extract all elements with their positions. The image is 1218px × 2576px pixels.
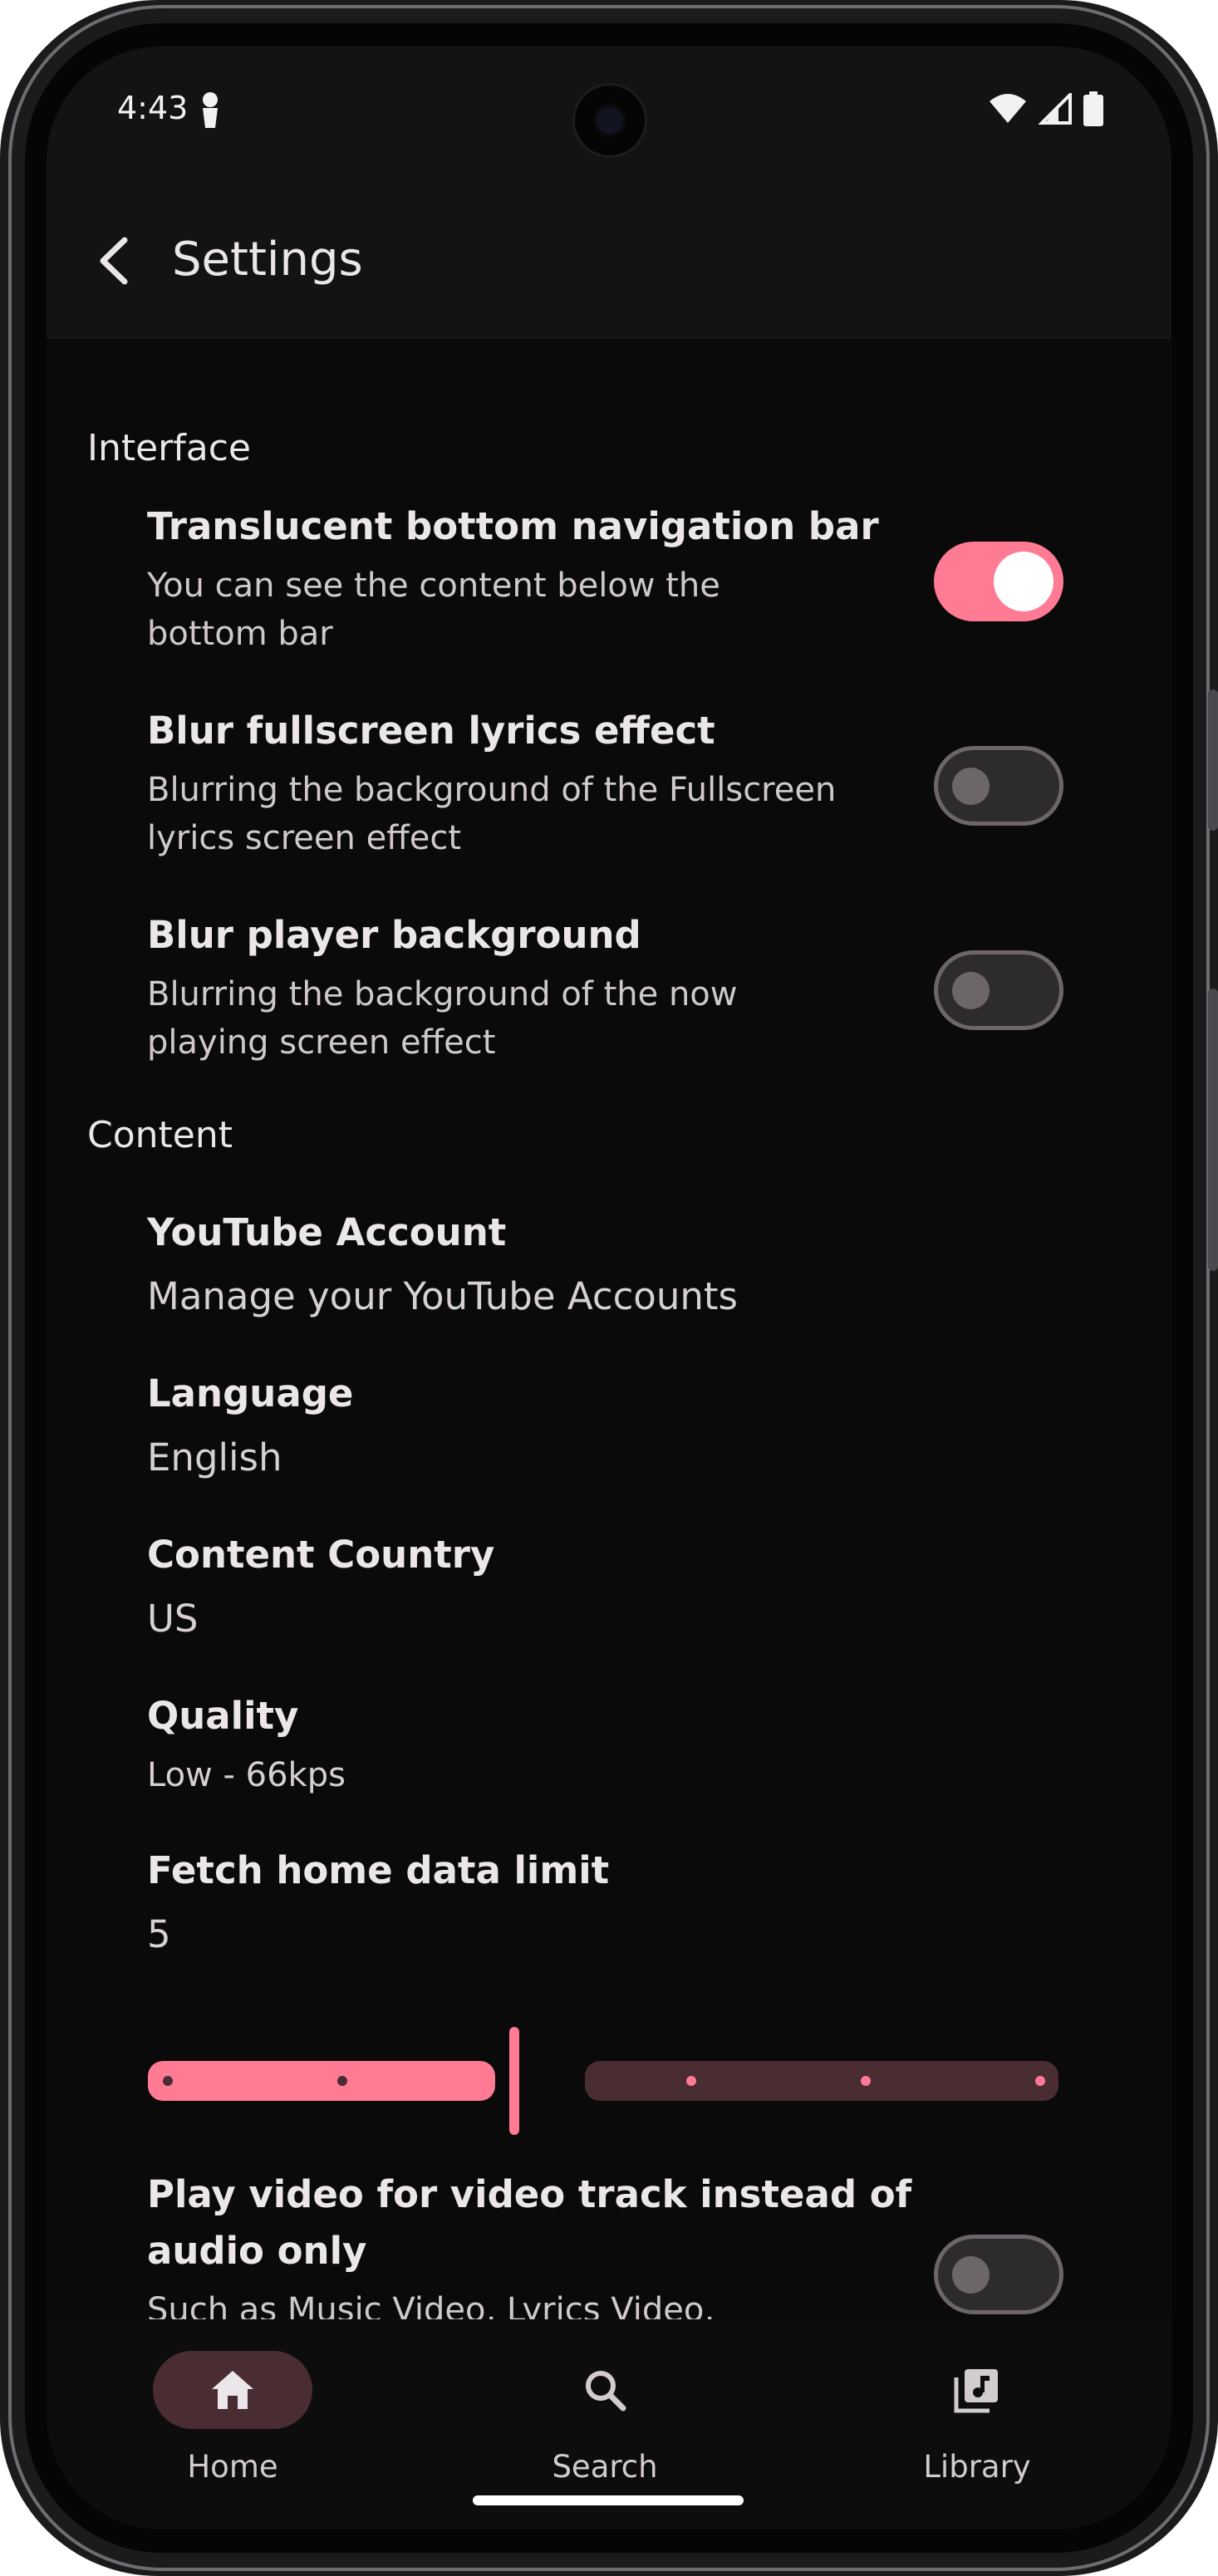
setting-title: Content Country (147, 1533, 495, 1577)
slider-tick (337, 2076, 347, 2086)
settings-list[interactable]: Interface Translucent bottom navigation … (47, 339, 1171, 2319)
setting-description: You can see the content below the (147, 567, 720, 605)
setting-title: Play video for video track instead of (147, 2172, 912, 2216)
search-icon (586, 2371, 626, 2412)
cellular-signal-icon (1039, 93, 1072, 125)
blur-lyrics-switch[interactable] (934, 746, 1063, 826)
app-bar: Settings (47, 179, 1171, 339)
nav-home-indicator (153, 2351, 312, 2429)
setting-title: Quality (147, 1694, 299, 1738)
section-header-content: Content (87, 1114, 233, 1156)
status-time: 4:43 (117, 90, 189, 126)
slider-thumb[interactable] (509, 2027, 519, 2135)
phone-frame: 4:43 Settings Interface Translucent bott… (0, 0, 1218, 2576)
nav-search[interactable]: Search (480, 2351, 729, 2485)
person-icon (203, 92, 218, 128)
switch-thumb (952, 768, 990, 805)
back-button[interactable] (86, 234, 140, 287)
power-button (1208, 689, 1218, 831)
setting-value: Manage your YouTube Accounts (147, 1274, 738, 1318)
setting-title: Blur fullscreen lyrics effect (147, 709, 715, 753)
arrow-back-icon (100, 237, 128, 285)
slider-tick (1035, 2076, 1045, 2086)
library-music-icon (954, 2369, 998, 2413)
status-bar: 4:43 (47, 47, 1171, 179)
slider-tick (861, 2076, 871, 2086)
screen: 4:43 Settings Interface Translucent bott… (47, 47, 1171, 2529)
setting-title: Translucent bottom navigation bar (147, 504, 879, 548)
slider-active-track (148, 2061, 495, 2101)
nav-library[interactable]: Library (852, 2351, 1102, 2485)
status-icons (989, 91, 1103, 126)
home-icon (212, 2371, 253, 2409)
nav-library-label: Library (923, 2449, 1031, 2485)
setting-title: YouTube Account (147, 1210, 507, 1254)
setting-description: playing screen effect (147, 1023, 496, 1062)
switch-thumb (952, 2256, 990, 2294)
nav-home[interactable]: Home (108, 2351, 357, 2485)
slider-inactive-track (585, 2061, 1058, 2101)
slider-tick (163, 2076, 173, 2086)
setting-description: Blurring the background of the Fullscree… (147, 771, 837, 809)
nav-search-label: Search (552, 2449, 658, 2485)
gesture-home-bar[interactable] (473, 2495, 744, 2505)
setting-description: Blurring the background of the now (147, 975, 738, 1013)
front-camera (572, 83, 647, 158)
blur-player-switch[interactable] (934, 950, 1063, 1030)
battery-icon (1083, 91, 1103, 126)
slider-tick (686, 2076, 696, 2086)
page-title: Settings (172, 233, 363, 287)
fetch-limit-slider[interactable] (146, 2027, 1060, 2135)
setting-value: English (147, 1435, 282, 1479)
wifi-icon (990, 94, 1026, 123)
switch-thumb (952, 972, 990, 1009)
setting-title: Blur player background (147, 913, 641, 957)
nav-library-indicator (897, 2351, 1057, 2429)
setting-value: Low - 66kps (147, 1756, 346, 1794)
setting-title: Fetch home data limit (147, 1848, 610, 1892)
switch-thumb (994, 552, 1053, 611)
setting-description: bottom bar (147, 615, 333, 653)
section-header-interface: Interface (87, 427, 251, 469)
setting-value: US (147, 1597, 199, 1641)
nav-search-indicator (525, 2351, 685, 2429)
setting-title: audio only (147, 2229, 367, 2273)
play-video-switch[interactable] (934, 2235, 1063, 2314)
setting-value: 5 (147, 1912, 171, 1956)
setting-description: Such as Music Video, Lyrics Video, (147, 2291, 715, 2319)
setting-title: Language (147, 1371, 354, 1416)
nav-home-label: Home (187, 2449, 278, 2485)
volume-button (1208, 989, 1218, 1271)
translucent-nav-switch[interactable] (934, 542, 1063, 621)
setting-description: lyrics screen effect (147, 819, 462, 857)
